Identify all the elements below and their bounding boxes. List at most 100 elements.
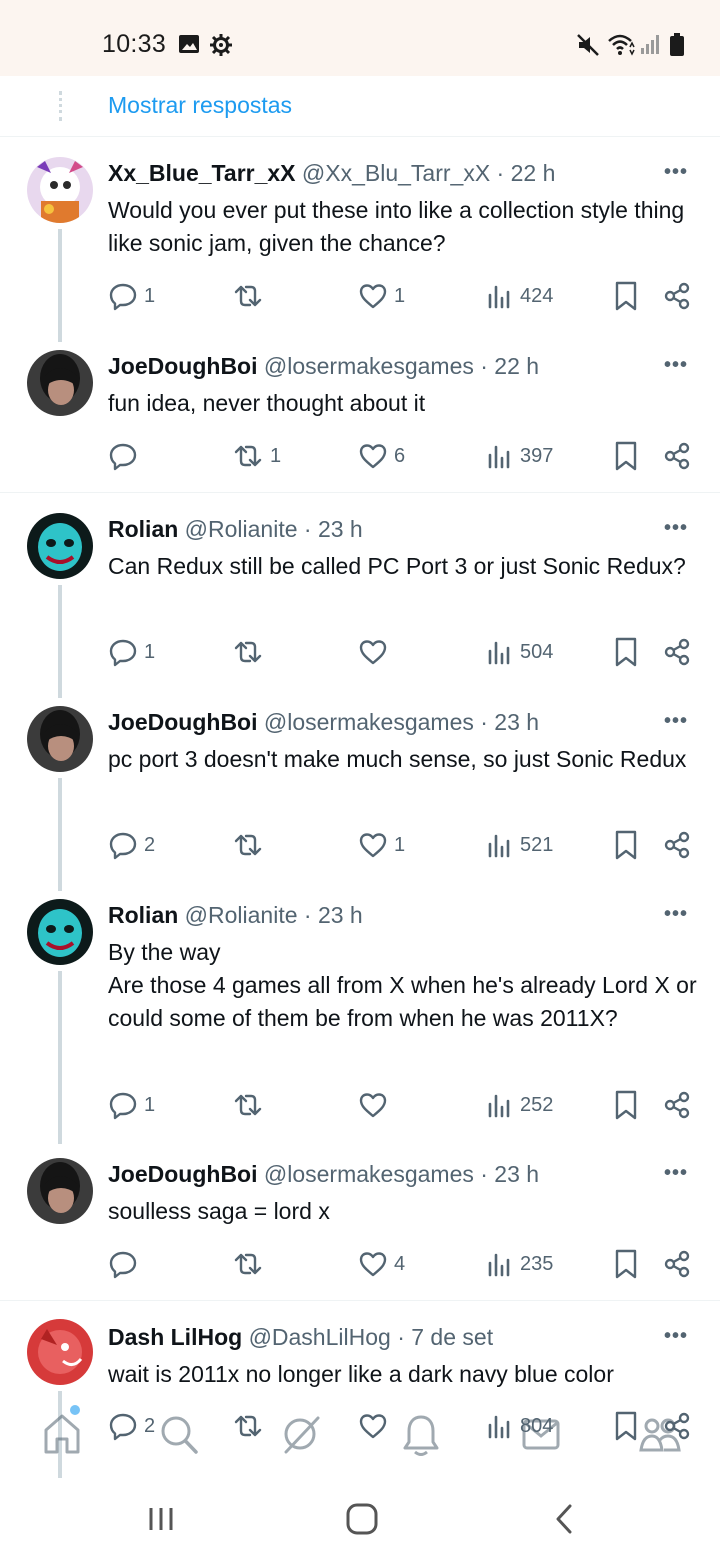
- views-count: 235: [520, 1252, 554, 1275]
- more-options-icon[interactable]: •••: [664, 903, 688, 926]
- display-name[interactable]: JoeDoughBoi: [108, 709, 258, 735]
- bookmark-button[interactable]: [612, 1088, 640, 1122]
- back-icon[interactable]: [552, 1502, 576, 1536]
- retweet-button[interactable]: [232, 1247, 270, 1281]
- like-count: 1: [394, 284, 406, 307]
- display-name[interactable]: JoeDoughBoi: [108, 1161, 258, 1187]
- views-button[interactable]: 521: [486, 828, 553, 862]
- like-count: 6: [394, 444, 406, 467]
- more-options-icon[interactable]: •••: [664, 517, 688, 540]
- tweet[interactable]: JoeDoughBoi @losermakesgames · 23 h ••• …: [0, 686, 720, 891]
- views-icon: [488, 1253, 510, 1277]
- bottom-nav: [0, 1400, 720, 1470]
- system-nav-bar: [0, 1478, 720, 1560]
- more-options-icon[interactable]: •••: [664, 161, 688, 184]
- avatar[interactable]: [27, 513, 93, 579]
- battery-icon: [670, 33, 684, 56]
- reply-count: 1: [144, 284, 156, 307]
- share-button[interactable]: [662, 279, 692, 313]
- show-replies-row[interactable]: Mostrar respostas: [0, 76, 720, 137]
- reply-button[interactable]: 1: [108, 635, 155, 669]
- bookmark-button[interactable]: [612, 828, 640, 862]
- home-button-icon[interactable]: [345, 1502, 379, 1536]
- tweet[interactable]: Rolian @Rolianite · 23 h ••• Can Redux s…: [0, 493, 720, 698]
- notifications-icon[interactable]: [400, 1412, 442, 1458]
- retweet-button[interactable]: [232, 279, 270, 313]
- reply-button[interactable]: 1: [108, 279, 155, 313]
- display-name[interactable]: Rolian: [108, 516, 178, 542]
- grok-icon[interactable]: [280, 1412, 322, 1456]
- views-button[interactable]: 252: [486, 1088, 553, 1122]
- views-button[interactable]: 504: [486, 635, 553, 669]
- bookmark-button[interactable]: [612, 1247, 640, 1281]
- tweet[interactable]: Xx_Blue_Tarr_xX @Xx_Blu_Tarr_xX · 22 h •…: [0, 137, 720, 342]
- retweet-icon: [234, 641, 262, 663]
- retweet-button[interactable]: [232, 635, 270, 669]
- more-options-icon[interactable]: •••: [664, 710, 688, 733]
- bookmark-button[interactable]: [612, 635, 640, 669]
- like-button[interactable]: [358, 635, 394, 669]
- share-button[interactable]: [662, 1247, 692, 1281]
- views-count: 521: [520, 833, 554, 856]
- reply-icon: [109, 1251, 137, 1279]
- display-name[interactable]: Rolian: [108, 902, 178, 928]
- share-button[interactable]: [662, 828, 692, 862]
- tweet-actions: 2 1 521: [0, 828, 720, 862]
- display-name[interactable]: Dash LilHog: [108, 1324, 242, 1350]
- share-button[interactable]: [662, 635, 692, 669]
- share-icon: [664, 1091, 690, 1119]
- reply-button[interactable]: 1: [108, 1088, 155, 1122]
- avatar[interactable]: [27, 157, 93, 223]
- display-name[interactable]: Xx_Blue_Tarr_xX: [108, 160, 296, 186]
- tweet[interactable]: JoeDoughBoi @losermakesgames · 22 h ••• …: [0, 330, 720, 493]
- tweet-header: Rolian @Rolianite · 23 h: [108, 516, 363, 543]
- share-button[interactable]: [662, 439, 692, 473]
- avatar[interactable]: [27, 1319, 93, 1385]
- bookmark-button[interactable]: [612, 439, 640, 473]
- like-button[interactable]: 6: [358, 439, 405, 473]
- views-count: 397: [520, 444, 554, 467]
- like-button[interactable]: 4: [358, 1247, 405, 1281]
- recent-apps-icon[interactable]: [146, 1504, 176, 1534]
- tweet[interactable]: JoeDoughBoi @losermakesgames · 23 h ••• …: [0, 1138, 720, 1301]
- avatar[interactable]: [27, 706, 93, 772]
- tweet-header: Rolian @Rolianite · 23 h: [108, 902, 363, 929]
- tweet[interactable]: Rolian @Rolianite · 23 h ••• By the way …: [0, 879, 720, 1144]
- avatar[interactable]: [27, 899, 93, 965]
- tweet-text: By the way Are those 4 games all from X …: [108, 939, 697, 1031]
- communities-icon[interactable]: [638, 1412, 682, 1456]
- messages-icon[interactable]: [520, 1412, 562, 1456]
- like-button[interactable]: 1: [358, 828, 405, 862]
- more-options-icon[interactable]: •••: [664, 354, 688, 377]
- bookmark-button[interactable]: [612, 279, 640, 313]
- reply-button[interactable]: [108, 439, 144, 473]
- handle-time: @Xx_Blu_Tarr_xX · 22 h: [301, 160, 556, 186]
- views-button[interactable]: 235: [486, 1247, 553, 1281]
- more-options-icon[interactable]: •••: [664, 1325, 688, 1348]
- display-name[interactable]: JoeDoughBoi: [108, 353, 258, 379]
- views-button[interactable]: 424: [486, 279, 553, 313]
- tweet-text: wait is 2011x no longer like a dark navy…: [108, 1361, 614, 1387]
- views-button[interactable]: 397: [486, 439, 553, 473]
- heart-icon: [359, 1093, 387, 1118]
- retweet-button[interactable]: 1: [232, 439, 281, 473]
- more-options-icon[interactable]: •••: [664, 1162, 688, 1185]
- retweet-button[interactable]: [232, 828, 270, 862]
- avatar[interactable]: [27, 350, 93, 416]
- search-icon[interactable]: [158, 1412, 200, 1456]
- tweet-actions: 1 504: [0, 635, 720, 669]
- like-button[interactable]: [358, 1088, 394, 1122]
- bookmark-icon: [615, 637, 637, 667]
- share-button[interactable]: [662, 1088, 692, 1122]
- avatar[interactable]: [27, 1158, 93, 1224]
- handle-time: @losermakesgames · 23 h: [263, 709, 540, 735]
- home-icon[interactable]: [42, 1412, 82, 1456]
- like-button[interactable]: 1: [358, 279, 405, 313]
- views-icon: [488, 834, 510, 858]
- reply-button[interactable]: [108, 1247, 144, 1281]
- show-replies-link[interactable]: Mostrar respostas: [108, 92, 292, 119]
- retweet-button[interactable]: [232, 1088, 270, 1122]
- retweet-icon: [234, 834, 262, 856]
- reply-button[interactable]: 2: [108, 828, 155, 862]
- reply-icon: [109, 443, 137, 471]
